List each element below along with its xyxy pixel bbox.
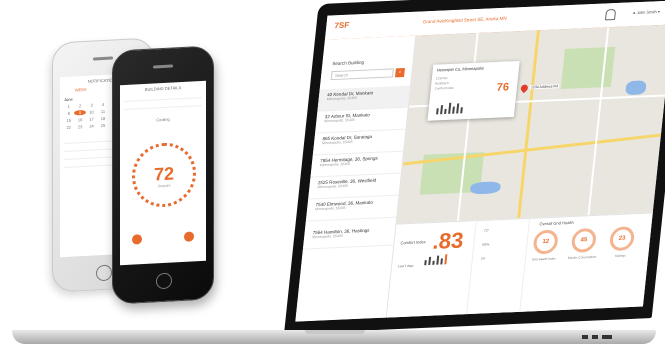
ring-gauge: 23 — [608, 226, 636, 252]
thermostat-screen: BUILDING DETAILS Cooling 72 Setpoint — [120, 80, 206, 266]
laptop-lid: 7SF Grand Ave/Kingfield Street SE, Anoka… — [284, 0, 665, 335]
ring-gauge: 45 — [570, 227, 598, 253]
comfort-subtitle: Last 7 days — [397, 263, 414, 269]
home-button[interactable] — [156, 272, 172, 290]
thermostat-dial[interactable]: 72 Setpoint — [132, 141, 196, 209]
map-park — [560, 46, 616, 90]
map-lake — [625, 80, 647, 96]
chart-bar — [440, 105, 444, 115]
calendar-day-selected[interactable]: 9 — [74, 109, 86, 116]
search-input[interactable]: Search — [330, 68, 394, 81]
avatar: ● — [632, 10, 636, 16]
popup-line: Comfort Index — [434, 85, 454, 91]
stat-count: 24 — [480, 256, 486, 261]
thermostat-tabs — [120, 89, 206, 111]
laptop-screen: 7SF Grand Ave/Kingfield Street SE, Anoka… — [295, 0, 665, 322]
speaker — [93, 56, 113, 61]
map-highway — [403, 133, 661, 166]
chart-bar — [456, 103, 460, 114]
user-name: John Smith — [636, 9, 657, 16]
chart-bar — [432, 260, 435, 265]
ring-value: 12 — [541, 238, 550, 246]
comfort-panel: Comfort Index .83 Last 7 days — [386, 220, 475, 319]
chevron-down-icon: ▾ — [657, 9, 661, 15]
map-view[interactable]: Hennepin Co, Minneapolis 1234 Rd Buildin… — [396, 24, 665, 224]
popup-details: 1234 Rd Building A Comfort Index — [434, 76, 455, 92]
calendar-day[interactable]: 3 — [86, 102, 97, 108]
calendar-day[interactable]: 17 — [86, 116, 97, 122]
chart-bar — [452, 106, 455, 114]
rings-panel: Overall Grid Health 12 Grid Health Index… — [519, 212, 654, 313]
building-popup[interactable]: Hennepin Co, Minneapolis 1234 Rd Buildin… — [427, 60, 520, 121]
calendar-day[interactable]: 18 — [97, 116, 108, 122]
stat-humidity: 68% — [482, 242, 490, 247]
comfort-value: .83 — [431, 227, 465, 254]
map-highway — [517, 30, 540, 219]
chart-bar — [444, 108, 447, 115]
rings-title: Overall Grid Health — [539, 219, 575, 227]
user-menu[interactable]: ● John Smith ▾ — [633, 9, 660, 15]
building-item[interactable]: 7564 Hamilton, 36, Hastings Minneapolis,… — [302, 223, 396, 250]
home-button[interactable] — [96, 264, 112, 282]
usb-port — [582, 335, 588, 339]
bell-icon[interactable] — [604, 8, 617, 21]
calendar-day[interactable]: 22 — [63, 124, 74, 130]
app-logo[interactable]: 7SF — [334, 21, 350, 31]
chart-bar — [436, 255, 440, 265]
popup-title: Hennepin Co, Minneapolis — [436, 65, 485, 73]
comfort-title: Comfort Index — [400, 239, 427, 246]
ring-label: Electric Consumption — [567, 254, 597, 260]
ring-value: 23 — [618, 235, 626, 242]
increase-button[interactable] — [184, 231, 194, 242]
calendar-day[interactable]: 23 — [74, 124, 85, 130]
tab-week[interactable]: WEEK — [75, 87, 87, 93]
ring-value: 45 — [580, 237, 588, 244]
ring-gauge: 12 — [532, 229, 559, 255]
chart-bar — [444, 254, 448, 265]
black-iphone: BUILDING DETAILS Cooling 72 Setpoint — [112, 45, 214, 305]
usb-port — [592, 335, 598, 339]
stat-temperature: 72° — [483, 228, 490, 233]
speaker — [153, 64, 173, 69]
calendar-day[interactable]: 4 — [97, 102, 108, 108]
calendar-day[interactable]: 25 — [97, 123, 108, 129]
calendar-day[interactable]: 16 — [74, 117, 85, 123]
map-lake — [469, 181, 502, 195]
laptop-notch — [305, 330, 365, 334]
chart-bar — [440, 258, 443, 265]
search-label: Search Building — [332, 59, 365, 67]
calendar-day[interactable]: 24 — [86, 123, 97, 129]
calendar-day[interactable]: 11 — [97, 109, 108, 115]
page-title: Grand Ave/Kingfield Street SE, Anoka MN — [422, 15, 507, 25]
setpoint-label: Cooling — [156, 116, 170, 123]
search-icon: ⌕ — [398, 69, 402, 76]
calendar-day[interactable]: 15 — [63, 117, 74, 123]
building-item[interactable]: 7540 Elmwood, 36, Mankato Minneapolis, 5… — [305, 195, 399, 222]
chart-bar — [460, 107, 463, 114]
thunderbolt-port — [602, 335, 612, 339]
chart-bar — [436, 108, 439, 115]
calendar-day[interactable]: 10 — [86, 109, 97, 115]
calendar-day[interactable]: 8 — [63, 110, 74, 116]
chart-bar — [428, 256, 432, 266]
ring-label: Savings — [614, 253, 626, 258]
search-button[interactable]: ⌕ — [394, 67, 405, 78]
ring-label: Grid Health Index — [531, 256, 556, 262]
map-pin-icon[interactable] — [519, 83, 530, 94]
chart-bar — [424, 260, 427, 266]
calendar-day[interactable]: 1 — [63, 103, 74, 109]
decrease-button[interactable] — [132, 234, 142, 245]
chart-bar — [448, 102, 452, 114]
pin-label: 1234 Address Rd — [529, 84, 560, 90]
calendar-day[interactable]: 2 — [74, 103, 85, 109]
popup-value: 76 — [495, 81, 510, 94]
